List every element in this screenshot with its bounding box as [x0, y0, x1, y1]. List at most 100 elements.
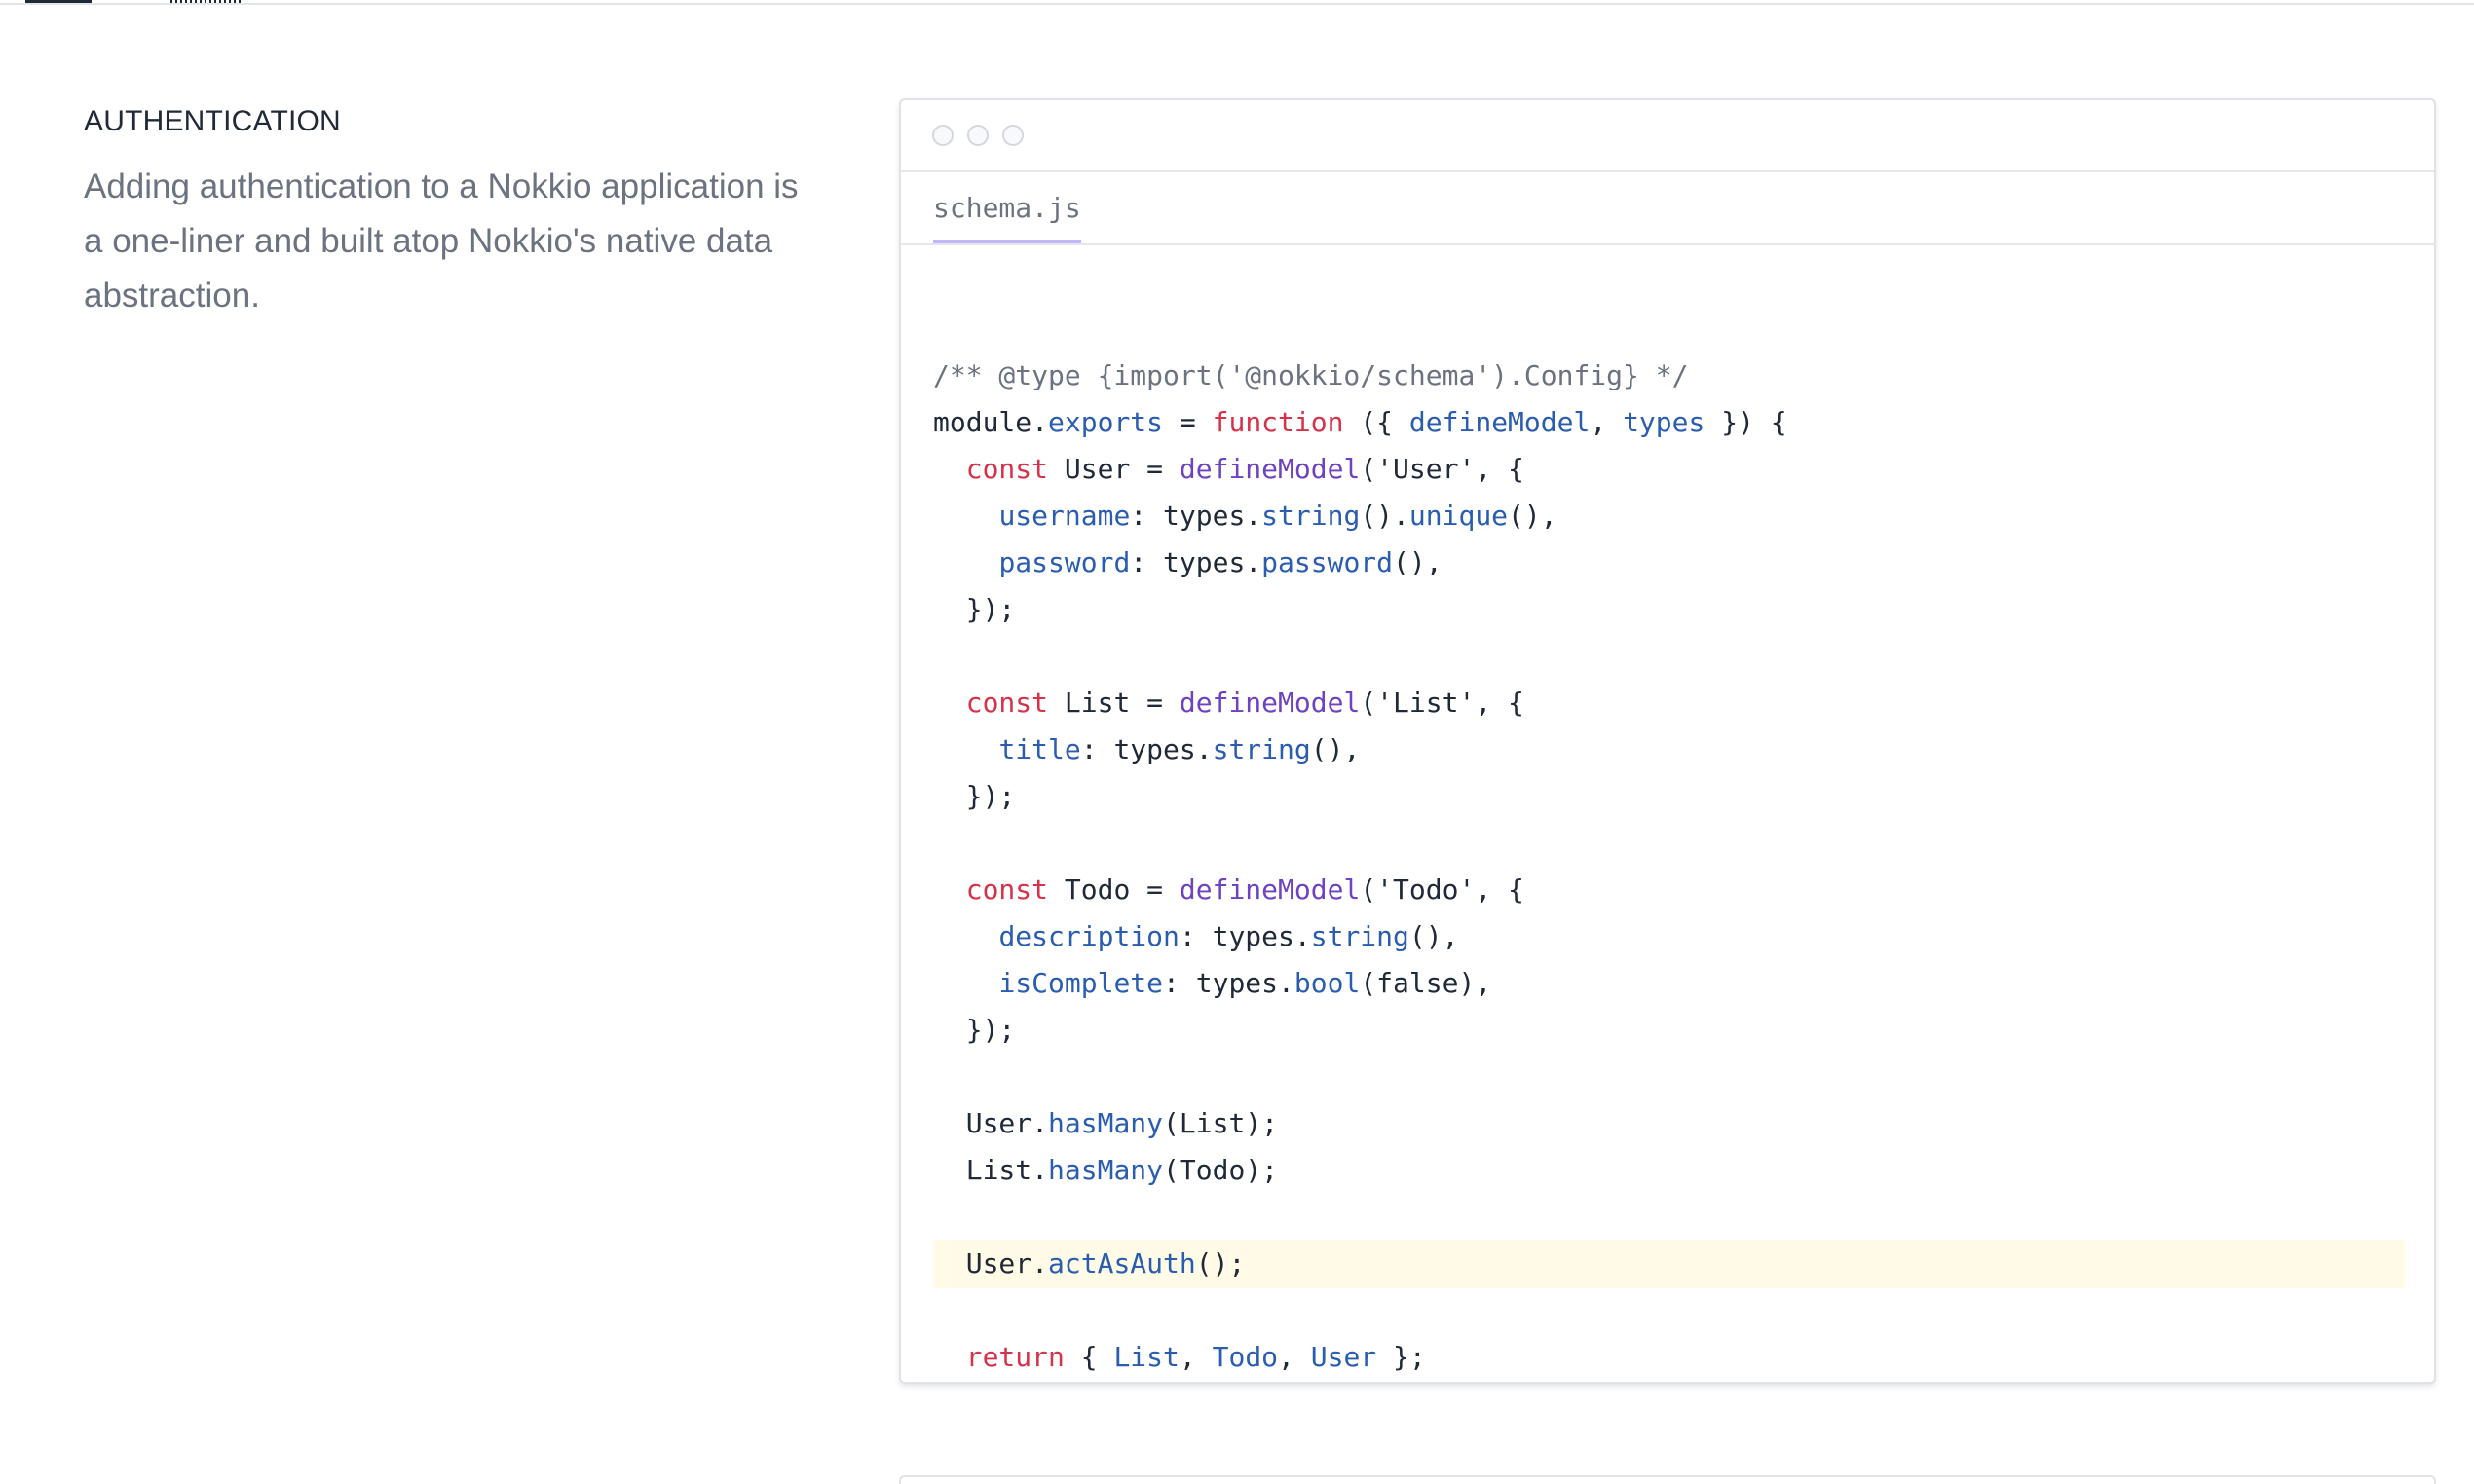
- nav-active-indicator: [25, 0, 92, 3]
- code-line: });: [901, 586, 2434, 633]
- code-token: unique: [1408, 500, 1509, 532]
- tab-schema-js[interactable]: schema.js: [933, 172, 1081, 243]
- code-line: const List = defineModel('List', {: [901, 680, 2434, 726]
- code-token: Todo =: [1048, 873, 1180, 906]
- code-line: });: [901, 773, 2434, 820]
- code-line: const User = defineModel('User', {: [901, 446, 2434, 493]
- section-description: Adding authentication to a Nokkio applic…: [84, 167, 799, 315]
- code-token: hasMany: [1048, 1154, 1164, 1186]
- code-token: });: [933, 1014, 1016, 1046]
- code-token: {: [1064, 1341, 1114, 1373]
- code-token: ,: [1590, 406, 1624, 438]
- code-token: const: [965, 873, 1049, 906]
- feature-description: AUTHENTICATION Adding authentication to …: [84, 101, 824, 323]
- code-token: return: [965, 1341, 1065, 1373]
- code-token: ,: [1278, 1341, 1311, 1373]
- code-token: actAsAuth: [1048, 1247, 1196, 1280]
- code-token: }) {: [1705, 406, 1787, 438]
- window-dot-icon: [1002, 125, 1024, 146]
- code-token: const: [965, 686, 1049, 719]
- code-token: types: [1623, 406, 1706, 438]
- code-line: const Todo = defineModel('Todo', {: [901, 867, 2434, 913]
- code-token: });: [933, 593, 1016, 625]
- code-token: User =: [1048, 453, 1180, 485]
- code-token: username: [998, 500, 1131, 532]
- code-token: function: [1212, 406, 1344, 438]
- section-title: AUTHENTICATION: [84, 105, 341, 137]
- code-token: defineModel: [1179, 453, 1361, 485]
- code-token: : types.: [1130, 500, 1262, 532]
- code-line: title: types.string(),: [901, 726, 2434, 773]
- nav-link-underline: [170, 0, 242, 3]
- code-token: ('List', {: [1360, 686, 1524, 719]
- highlighted-code-line: User.actAsAuth();: [901, 1240, 2434, 1288]
- code-token: description: [998, 920, 1180, 952]
- code-token: ('User', {: [1360, 453, 1524, 485]
- code-token: ();: [1195, 1247, 1246, 1280]
- window-dot-icon: [967, 125, 989, 146]
- file-tab-bar: schema.js: [901, 172, 2434, 245]
- code-token: (List);: [1163, 1107, 1279, 1139]
- code-token: ('Todo', {: [1360, 873, 1524, 906]
- code-line: User.hasMany(List);: [901, 1100, 2434, 1147]
- top-nav-border: [0, 0, 2474, 5]
- code-token: defineModel: [1179, 686, 1361, 719]
- code-token: (),: [1508, 500, 1557, 532]
- code-token: Todo: [1212, 1341, 1279, 1373]
- code-token: : types.: [1179, 920, 1311, 952]
- code-token: hasMany: [1048, 1107, 1164, 1139]
- code-token: bool: [1293, 967, 1361, 999]
- code-token: defineModel: [1179, 873, 1361, 906]
- code-token: string: [1212, 733, 1311, 765]
- code-line: password: types.password(),: [901, 539, 2434, 586]
- code-line: };: [901, 1381, 2434, 1382]
- code-token: });: [933, 780, 1016, 812]
- code-token: isComplete: [998, 967, 1164, 999]
- code-line: username: types.string().unique(),: [901, 493, 2434, 539]
- code-token: /** @type {import('@nokkio/schema').Conf…: [933, 359, 1689, 391]
- code-token: User.: [933, 1247, 1049, 1280]
- next-code-window: [899, 1475, 2436, 1484]
- code-token: password: [1261, 546, 1394, 578]
- code-line: module.exports = function ({ defineModel…: [901, 399, 2434, 446]
- code-token: List =: [1048, 686, 1180, 719]
- code-token: const: [965, 453, 1049, 485]
- code-token: User: [1310, 1341, 1377, 1373]
- code-token: module.: [933, 406, 1049, 438]
- code-token: password: [998, 546, 1131, 578]
- code-token: exports: [1048, 406, 1164, 438]
- code-token: User.: [933, 1107, 1049, 1139]
- code-token: (false),: [1360, 967, 1492, 999]
- code-line: });: [901, 1007, 2434, 1054]
- code-token: (),: [1393, 546, 1443, 578]
- window-titlebar: [901, 100, 2434, 172]
- code-line: /** @type {import('@nokkio/schema').Conf…: [901, 352, 2434, 399]
- code-block: /** @type {import('@nokkio/schema').Conf…: [901, 352, 2434, 1382]
- code-token: };: [1376, 1341, 1426, 1373]
- code-token: defineModel: [1408, 406, 1591, 438]
- code-window: schema.js /** @type {import('@nokkio/sch…: [899, 98, 2436, 1384]
- code-token: List.: [933, 1154, 1049, 1186]
- code-token: ().: [1360, 500, 1409, 532]
- code-token: string: [1310, 920, 1409, 952]
- code-token: (),: [1408, 920, 1459, 952]
- code-line: isComplete: types.bool(false),: [901, 960, 2434, 1007]
- code-token: : types.: [1163, 967, 1294, 999]
- code-token: (),: [1310, 733, 1361, 765]
- code-line: description: types.string(),: [901, 913, 2434, 960]
- window-dot-icon: [932, 125, 954, 146]
- code-token: : types.: [1130, 546, 1262, 578]
